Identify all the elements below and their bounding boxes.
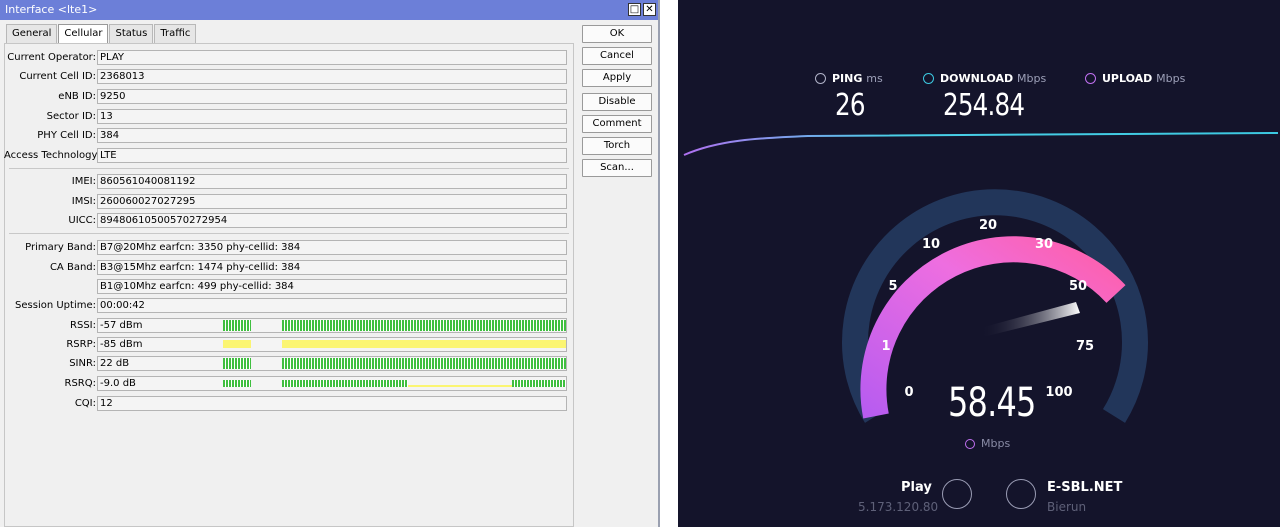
current-speed-unit: Mbps	[965, 437, 1010, 450]
rsrp-bar-graph	[282, 340, 566, 348]
field-access-technology: Access Technology: LTE	[4, 148, 573, 163]
comment-button[interactable]: Comment	[582, 115, 652, 133]
close-icon[interactable]: ✕	[643, 3, 656, 16]
field-current-operator: Current Operator: PLAY	[5, 50, 573, 65]
server-location: Bierun	[1047, 500, 1087, 514]
primary-band-value[interactable]: B7@20Mhz earfcn: 3350 phy-cellid: 384	[97, 240, 567, 255]
gauge-label: 10	[922, 237, 940, 252]
tab-status[interactable]: Status	[109, 24, 154, 43]
rssi-bar-graph	[282, 320, 566, 331]
window-titlebar[interactable]: Interface <lte1> □ ✕	[0, 0, 658, 20]
field-primary-band: Primary Band: B7@20Mhz earfcn: 3350 phy-…	[5, 240, 573, 255]
sinr-bar-graph	[223, 358, 251, 369]
speed-history-line	[683, 132, 1279, 156]
field-cqi: CQI: 12	[5, 396, 573, 411]
current-operator-value[interactable]: PLAY	[97, 50, 567, 65]
cancel-button[interactable]: Cancel	[582, 47, 652, 65]
speedtest-panel: PING ms 26 DOWNLOAD Mbps 254.84 UPLOAD M…	[678, 0, 1280, 527]
tab-traffic[interactable]: Traffic	[154, 24, 197, 43]
gauge-label: 0	[904, 385, 913, 400]
rsrq-text: -9.0 dB	[100, 378, 136, 389]
globe-icon[interactable]	[1006, 479, 1036, 509]
section-divider	[9, 233, 569, 234]
rsrq-bar-graph	[512, 380, 566, 387]
access-technology-value[interactable]: LTE	[97, 148, 567, 163]
field-enb-id: eNB ID: 9250	[5, 89, 573, 104]
rsrq-bar-graph	[408, 385, 512, 387]
field-session-uptime: Session Uptime: 00:00:42	[5, 298, 573, 313]
field-ca-band-2: B1@10Mhz earfcn: 499 phy-cellid: 384	[5, 279, 573, 294]
rssi-bar-graph	[223, 320, 251, 331]
gauge-label: 100	[1045, 385, 1072, 400]
field-uicc: UICC: 89480610500570272954	[5, 213, 573, 228]
imei-value[interactable]: 860561040081192	[97, 174, 567, 189]
disable-button[interactable]: Disable	[582, 93, 652, 111]
rssi-text: -57 dBm	[100, 320, 143, 331]
field-phy-cell-id: PHY Cell ID: 384	[5, 128, 573, 143]
ca-band-value[interactable]: B3@15Mhz earfcn: 1474 phy-cellid: 384	[97, 260, 567, 275]
field-ca-band: CA Band: B3@15Mhz earfcn: 1474 phy-celli…	[5, 260, 573, 275]
rsrp-bar-graph	[223, 340, 251, 348]
isp-name: Play	[901, 480, 932, 495]
gauge-needle	[980, 302, 1080, 337]
maximize-icon[interactable]: □	[628, 3, 641, 16]
phy-cell-id-value[interactable]: 384	[97, 128, 567, 143]
gauge-label: 5	[888, 279, 897, 294]
field-rsrq: RSRQ: -9.0 dB	[5, 376, 573, 391]
sinr-text: 22 dB	[100, 358, 130, 369]
window-title: Interface <lte1>	[5, 3, 98, 16]
ca-band-2-value[interactable]: B1@10Mhz earfcn: 499 phy-cellid: 384	[97, 279, 567, 294]
rsrp-text: -85 dBm	[100, 339, 143, 350]
sinr-bar-graph	[282, 358, 566, 369]
scan-button[interactable]: Scan...	[582, 159, 652, 177]
current-cell-id-value[interactable]: 2368013	[97, 69, 567, 84]
gauge-label: 1	[881, 339, 890, 354]
rsrq-bar-graph	[282, 380, 408, 387]
field-rssi: RSSI: -57 dBm	[5, 318, 573, 333]
current-speed: 58.45	[948, 380, 1036, 426]
field-sector-id: Sector ID: 13	[5, 109, 573, 124]
cellular-panel: Current Operator: PLAY Current Cell ID: …	[4, 43, 574, 527]
button-column: OK Cancel Apply Disable Comment Torch Sc…	[582, 25, 652, 181]
gauge-label: 30	[1035, 237, 1053, 252]
ok-button[interactable]: OK	[582, 25, 652, 43]
apply-button[interactable]: Apply	[582, 69, 652, 87]
uicc-value[interactable]: 89480610500570272954	[97, 213, 567, 228]
gauge-label: 20	[979, 218, 997, 233]
isp-ip: 5.173.120.80	[858, 500, 939, 514]
field-sinr: SINR: 22 dB	[5, 356, 573, 371]
rsrq-bar-graph	[223, 380, 251, 387]
gauge-label: 75	[1076, 339, 1094, 354]
tab-general[interactable]: General	[6, 24, 58, 43]
imsi-value[interactable]: 260060027027295	[97, 194, 567, 209]
cqi-value[interactable]: 12	[97, 396, 567, 411]
field-rsrp: RSRP: -85 dBm	[5, 337, 573, 352]
tab-bar: General Cellular Status Traffic	[6, 24, 197, 44]
field-imsi: IMSI: 260060027027295	[5, 194, 573, 209]
gauge-label: 50	[1069, 279, 1087, 294]
server-name[interactable]: E-SBL.NET	[1047, 480, 1122, 495]
enb-id-value[interactable]: 9250	[97, 89, 567, 104]
session-uptime-value[interactable]: 00:00:42	[97, 298, 567, 313]
interface-window: Interface <lte1> □ ✕ General Cellular St…	[0, 0, 660, 527]
tab-cellular[interactable]: Cellular	[58, 24, 109, 44]
divider	[660, 0, 678, 527]
field-current-cell-id: Current Cell ID: 2368013	[5, 69, 573, 84]
field-imei: IMEI: 860561040081192	[5, 174, 573, 189]
section-divider	[9, 168, 569, 169]
torch-button[interactable]: Torch	[582, 137, 652, 155]
user-icon[interactable]	[942, 479, 972, 509]
sector-id-value[interactable]: 13	[97, 109, 567, 124]
upload-icon	[965, 439, 975, 449]
